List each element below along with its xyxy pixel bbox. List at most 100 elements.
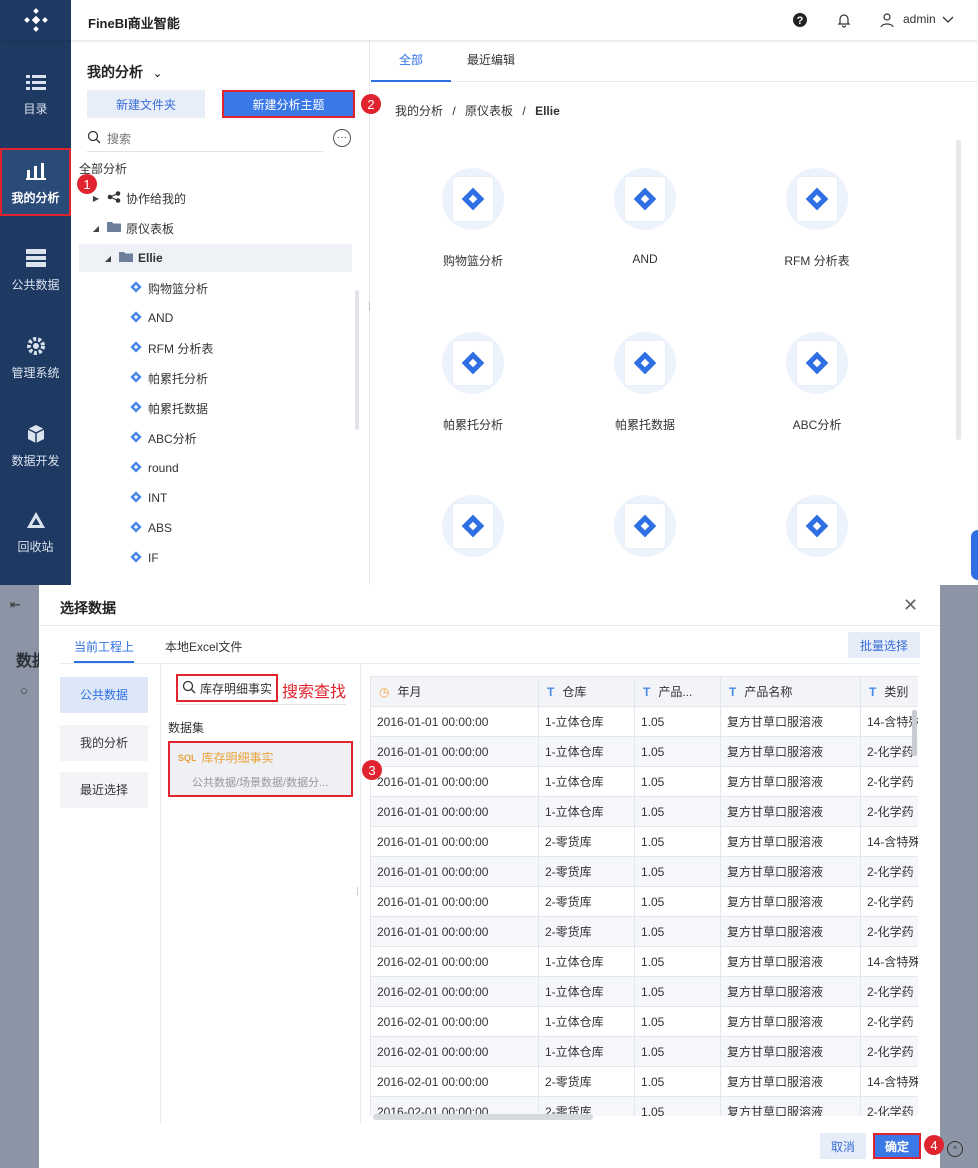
cancel-button[interactable]: 取消 bbox=[820, 1133, 866, 1159]
table-cell: 1-立体仓库 bbox=[538, 766, 635, 797]
tab-current-project[interactable]: 当前工程上 bbox=[74, 631, 135, 663]
breadcrumb-folder[interactable]: 原仪表板 bbox=[465, 104, 513, 118]
table-horizontal-scrollbar[interactable] bbox=[373, 1114, 593, 1120]
nav-public-data[interactable]: 公共数据 bbox=[0, 235, 71, 303]
table-cell: 2016-02-01 00:00:00 bbox=[370, 976, 539, 1007]
sql-table-icon: SQL bbox=[178, 752, 197, 763]
left-tab-my-analysis[interactable]: 我的分析 bbox=[60, 725, 148, 761]
table-cell: 2-化学药 bbox=[860, 886, 918, 917]
confirm-button[interactable]: 确定 bbox=[873, 1133, 921, 1159]
analysis-card[interactable]: 帕累托数据 bbox=[585, 332, 705, 462]
more-options-icon[interactable]: ··· bbox=[333, 129, 351, 147]
dashboard-icon bbox=[129, 490, 143, 507]
floating-edge-button[interactable] bbox=[971, 530, 978, 580]
tree-leaf-item[interactable]: ABS bbox=[129, 514, 402, 542]
chevron-down-icon[interactable] bbox=[938, 10, 958, 30]
table-cell: 复方甘草口服溶液 bbox=[720, 886, 861, 917]
column-header-label: 产品... bbox=[658, 685, 693, 699]
tab-all[interactable]: 全部 bbox=[371, 40, 451, 82]
panel-resize-handle[interactable]: ⁞ bbox=[356, 887, 359, 898]
table-row: 2016-01-01 00:00:00 1-立体仓库 1.05 复方甘草口服溶液 14-… bbox=[370, 706, 918, 737]
tree-scrollbar[interactable] bbox=[355, 290, 359, 430]
table-cell: 复方甘草口服溶液 bbox=[720, 1036, 861, 1067]
tree-leaf-label: round bbox=[148, 461, 179, 475]
user-name[interactable]: admin bbox=[903, 12, 936, 26]
date-field-icon: ◷ bbox=[379, 685, 390, 699]
column-header[interactable]: T 产品名称 bbox=[720, 676, 861, 707]
left-tab-recent[interactable]: 最近选择 bbox=[60, 772, 148, 808]
tree-leaf-item[interactable]: round bbox=[129, 454, 402, 482]
tab-local-excel[interactable]: 本地Excel文件 bbox=[165, 631, 242, 663]
table-cell: 2016-01-01 00:00:00 bbox=[370, 916, 539, 947]
dashboard-icon bbox=[129, 310, 143, 327]
content-scrollbar[interactable] bbox=[956, 140, 961, 440]
nav-management-label: 管理系统 bbox=[11, 365, 60, 380]
new-analysis-theme-button[interactable]: 新建分析主题 bbox=[222, 90, 355, 118]
divider bbox=[60, 663, 920, 664]
dataset-section-label: 数据集 bbox=[168, 721, 205, 735]
table-cell: 2016-02-01 00:00:00 bbox=[370, 946, 539, 977]
tree-leaf-item[interactable]: AND bbox=[129, 304, 402, 332]
analysis-card[interactable]: AND bbox=[585, 168, 705, 298]
column-header[interactable]: T 类别 bbox=[860, 676, 918, 707]
nav-data-dev[interactable]: 数据开发 bbox=[0, 411, 71, 479]
dataset-search-field[interactable]: 库存明细事实 bbox=[176, 674, 278, 702]
table-cell: 1.05 bbox=[634, 976, 721, 1007]
tree-folder[interactable]: ◢ 原仪表板 bbox=[91, 214, 364, 242]
app-logo-icon[interactable] bbox=[0, 0, 71, 40]
tree-subfolder[interactable]: ◢ Ellie bbox=[79, 244, 352, 272]
left-tab-public-data[interactable]: 公共数据 bbox=[60, 677, 148, 713]
tree-leaf-item[interactable]: RFM 分析表 bbox=[129, 334, 402, 362]
table-vertical-scrollbar[interactable] bbox=[912, 710, 917, 756]
breadcrumb-my-analysis[interactable]: 我的分析 bbox=[395, 104, 443, 118]
tree-search-input[interactable] bbox=[107, 131, 307, 146]
tree-title[interactable]: 我的分析 ⌄ bbox=[87, 62, 162, 82]
text-field-icon: T bbox=[729, 685, 737, 699]
tree-root[interactable]: 全部分析 bbox=[79, 154, 352, 182]
table-cell: 2016-01-01 00:00:00 bbox=[370, 706, 539, 737]
nav-catalog[interactable]: 目录 bbox=[0, 59, 71, 127]
dataset-search-value[interactable]: 库存明细事实 bbox=[200, 680, 274, 697]
nav-management[interactable]: 管理系统 bbox=[0, 323, 71, 391]
table-row: 2016-01-01 00:00:00 1-立体仓库 1.05 复方甘草口服溶液 2-化… bbox=[370, 766, 918, 797]
dashboard-icon bbox=[129, 280, 143, 297]
user-icon[interactable] bbox=[877, 10, 897, 30]
tree-leaf-item[interactable]: 帕累托数据 bbox=[129, 394, 402, 422]
step-badge-1: 1 bbox=[77, 174, 97, 194]
analysis-card[interactable]: 帕累托分析 bbox=[413, 332, 533, 462]
tree-leaf-item[interactable]: 帕累托分析 bbox=[129, 364, 402, 392]
column-header[interactable]: ◷ 年月 bbox=[370, 676, 539, 707]
nav-data-dev-label: 数据开发 bbox=[11, 453, 60, 468]
nav-my-analysis[interactable]: 我的分析 bbox=[0, 148, 71, 216]
collapse-up-icon[interactable]: ^ bbox=[947, 1141, 963, 1157]
tree-leaf-item[interactable]: IF bbox=[129, 544, 402, 572]
table-row: 2016-02-01 00:00:00 1-立体仓库 1.05 复方甘草口服溶液 2-化… bbox=[370, 1006, 918, 1037]
table-cell: 2-化学药 bbox=[860, 1036, 918, 1067]
batch-select-button[interactable]: 批量选择 bbox=[848, 632, 920, 658]
tree-leaf-item[interactable]: INT bbox=[129, 484, 402, 512]
tab-recent[interactable]: 最近编辑 bbox=[451, 40, 531, 82]
analysis-card[interactable]: ABC分析 bbox=[757, 332, 877, 462]
tree-leaf-item[interactable]: 购物篮分析 bbox=[129, 274, 402, 302]
help-icon[interactable]: ? bbox=[790, 10, 810, 30]
panel-resize-handle[interactable]: ⁞ bbox=[368, 302, 371, 313]
tree-subfolder-label: Ellie bbox=[138, 251, 163, 265]
svg-text:?: ? bbox=[797, 15, 804, 27]
table-cell: 2-零货库 bbox=[538, 1066, 635, 1097]
new-folder-button[interactable]: 新建文件夹 bbox=[87, 90, 205, 118]
breadcrumb: 我的分析 / 原仪表板 / Ellie bbox=[395, 102, 560, 119]
select-data-dialog: 选择数据 ✕ 当前工程上 本地Excel文件 批量选择 公共数据 我的分析 最近… bbox=[39, 585, 940, 1168]
bell-icon[interactable] bbox=[834, 10, 854, 30]
tree-shared[interactable]: ▶ 协作给我的 bbox=[91, 184, 364, 212]
table-cell: 2-化学药 bbox=[860, 736, 918, 767]
dataset-item[interactable]: SQL 库存明细事实 公共数据/场景数据/数据分... bbox=[168, 741, 353, 797]
analysis-card[interactable]: 购物篮分析 bbox=[413, 168, 533, 298]
close-icon[interactable]: ✕ bbox=[903, 595, 918, 616]
search-icon bbox=[182, 680, 196, 697]
dashboard-icon bbox=[614, 332, 676, 394]
column-header[interactable]: T 产品... bbox=[634, 676, 721, 707]
column-header[interactable]: T 仓库 bbox=[538, 676, 635, 707]
nav-recycle[interactable]: 回收站 bbox=[0, 497, 71, 565]
tree-leaf-item[interactable]: ABC分析 bbox=[129, 424, 402, 452]
analysis-card[interactable]: RFM 分析表 bbox=[757, 168, 877, 298]
